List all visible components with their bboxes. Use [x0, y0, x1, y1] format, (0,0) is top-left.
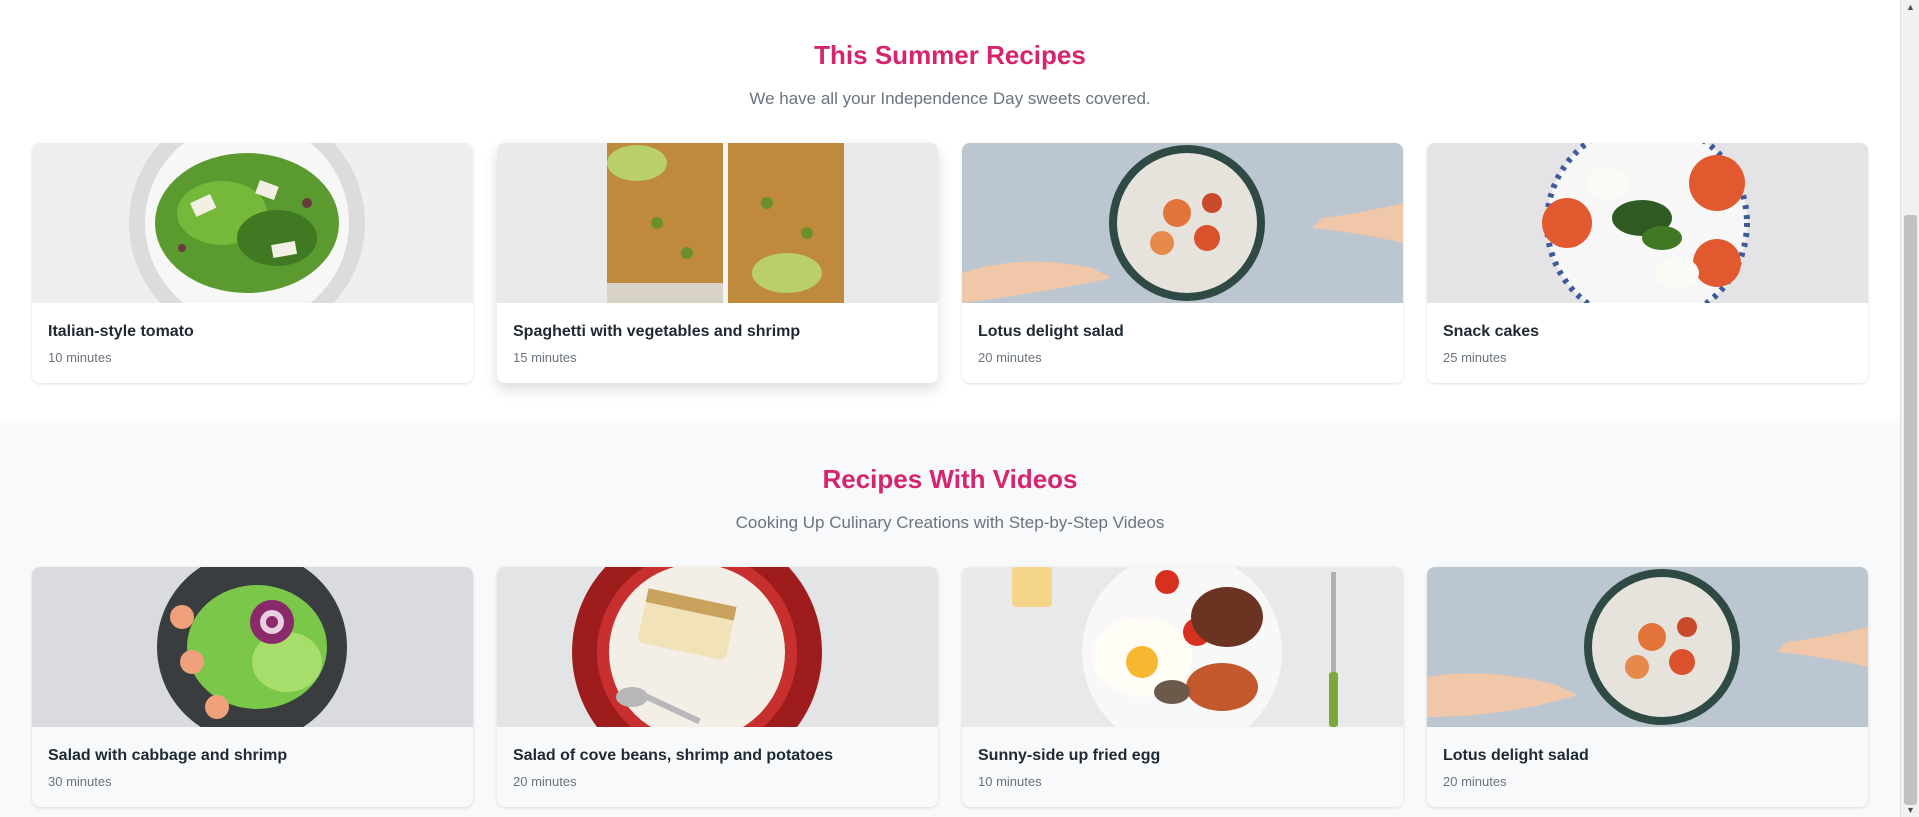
recipe-image-cabbage-shrimp: [32, 567, 473, 727]
vertical-scrollbar[interactable]: ▲ ▼: [1900, 0, 1919, 817]
recipe-card-body: Spaghetti with vegetables and shrimp 15 …: [513, 323, 922, 365]
recipe-card[interactable]: Lotus delight salad 20 minutes: [962, 143, 1403, 383]
summer-recipes-section: This Summer Recipes We have all your Ind…: [0, 0, 1900, 423]
triangle-down-icon[interactable]: ▼: [1901, 803, 1919, 817]
scrollbar-thumb[interactable]: [1904, 215, 1917, 805]
recipe-time: 20 minutes: [1443, 774, 1507, 789]
recipe-time: 10 minutes: [48, 350, 112, 365]
recipe-title[interactable]: Salad with cabbage and shrimp: [48, 747, 457, 765]
recipe-card[interactable]: Snack cakes 25 minutes: [1427, 143, 1868, 383]
recipe-card-body: Salad of cove beans, shrimp and potatoes…: [513, 747, 922, 789]
recipe-time: 20 minutes: [513, 774, 577, 789]
recipe-card[interactable]: Salad of cove beans, shrimp and potatoes…: [497, 567, 938, 807]
recipe-image-cove-beans: [497, 567, 938, 727]
recipe-time: 25 minutes: [1443, 350, 1507, 365]
recipe-card-body: Italian-style tomato 10 minutes: [48, 323, 457, 365]
recipe-image-lotus-salad: [1427, 567, 1868, 727]
section-subtitle: Cooking Up Culinary Creations with Step-…: [735, 513, 1165, 532]
recipe-title[interactable]: Sunny-side up fried egg: [978, 747, 1387, 765]
recipe-card-body: Salad with cabbage and shrimp 30 minutes: [48, 747, 457, 789]
recipe-time: 20 minutes: [978, 350, 1042, 365]
recipe-card-body: Snack cakes 25 minutes: [1443, 323, 1852, 365]
recipe-card[interactable]: Spaghetti with vegetables and shrimp 15 …: [497, 143, 938, 383]
section-subtitle: We have all your Independence Day sweets…: [749, 89, 1151, 108]
recipe-title[interactable]: Salad of cove beans, shrimp and potatoes: [513, 747, 922, 765]
recipe-title[interactable]: Lotus delight salad: [978, 323, 1387, 341]
recipe-card[interactable]: Salad with cabbage and shrimp 30 minutes: [32, 567, 473, 807]
recipe-image-snack-cakes: [1427, 143, 1868, 303]
recipe-card[interactable]: Italian-style tomato 10 minutes: [32, 143, 473, 383]
recipe-title[interactable]: Italian-style tomato: [48, 323, 457, 341]
recipe-card-body: Lotus delight salad 20 minutes: [978, 323, 1387, 365]
recipe-image-italian-tomato: [32, 143, 473, 303]
recipe-card[interactable]: Sunny-side up fried egg 10 minutes: [962, 567, 1403, 807]
videos-recipes-section: Recipes With Videos Cooking Up Culinary …: [0, 423, 1900, 817]
recipe-time: 15 minutes: [513, 350, 577, 365]
page-viewport: This Summer Recipes We have all your Ind…: [0, 0, 1900, 817]
recipe-image-lotus-salad: [962, 143, 1403, 303]
recipe-title[interactable]: Snack cakes: [1443, 323, 1852, 341]
recipe-card-body: Sunny-side up fried egg 10 minutes: [978, 747, 1387, 789]
recipe-grid: Salad with cabbage and shrimp 30 minutes: [32, 567, 1868, 807]
section-title: This Summer Recipes: [814, 40, 1086, 70]
recipe-card-body: Lotus delight salad 20 minutes: [1443, 747, 1852, 789]
recipe-title[interactable]: Spaghetti with vegetables and shrimp: [513, 323, 922, 341]
triangle-up-icon[interactable]: ▲: [1901, 0, 1919, 14]
section-title: Recipes With Videos: [822, 464, 1078, 494]
recipe-title[interactable]: Lotus delight salad: [1443, 747, 1852, 765]
recipe-image-spaghetti-shrimp: [497, 143, 938, 303]
recipe-grid: Italian-style tomato 10 minutes Spaghett…: [32, 143, 1868, 383]
recipe-time: 30 minutes: [48, 774, 112, 789]
recipe-image-fried-egg: [962, 567, 1403, 727]
recipe-card[interactable]: Lotus delight salad 20 minutes: [1427, 567, 1868, 807]
recipe-time: 10 minutes: [978, 774, 1042, 789]
